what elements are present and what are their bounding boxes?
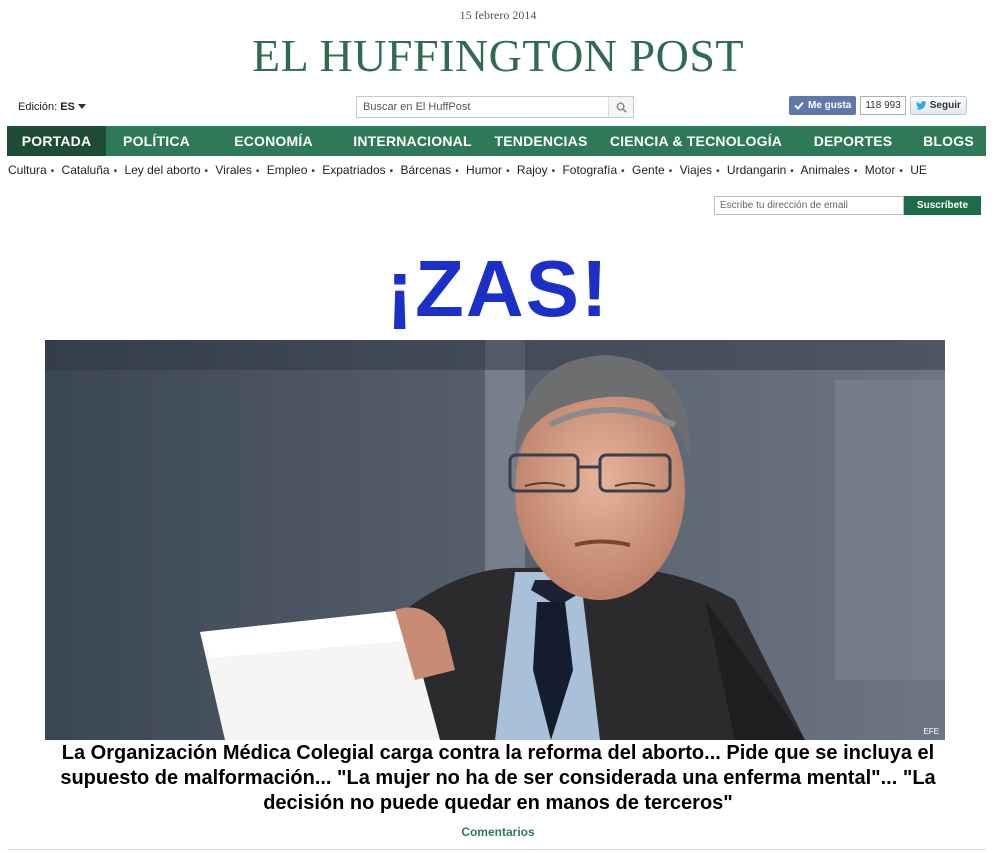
nav-item-internacional[interactable]: INTERNACIONAL <box>340 126 485 156</box>
topic-link[interactable]: Expatriados <box>322 163 385 177</box>
topic-link[interactable]: Cataluña <box>62 163 110 177</box>
topic-link[interactable]: Gente <box>632 163 665 177</box>
nav-item-tendencias[interactable]: TENDENCIAS <box>485 126 597 156</box>
topic-link[interactable]: UE <box>910 163 927 177</box>
checkmark-icon <box>794 101 804 110</box>
like-count: 118 993 <box>860 96 906 115</box>
topic-link[interactable]: Virales <box>215 163 251 177</box>
search-input[interactable] <box>357 97 607 117</box>
topic-link[interactable]: Fotografía <box>562 163 617 177</box>
newsletter-form: Suscríbete <box>714 196 981 215</box>
topic-links: Cultura • Cataluña • Ley del aborto • Viral… <box>8 163 927 177</box>
splash-photo[interactable]: EFE <box>45 340 945 740</box>
lead-headline[interactable]: La Organización Médica Colegial carga co… <box>20 741 976 816</box>
nav-item-politica[interactable]: POLÍTICA <box>106 126 207 156</box>
subscribe-button[interactable]: Suscríbete <box>904 196 981 215</box>
search-box <box>356 96 634 118</box>
nav-item-blogs[interactable]: BLOGS <box>911 126 986 156</box>
social-buttons: Me gusta 118 993 Seguir <box>789 95 967 116</box>
topic-link[interactable]: Humor <box>466 163 502 177</box>
photo-credit: EFE <box>923 727 939 736</box>
chevron-down-icon <box>77 104 86 109</box>
page-date: 15 febrero 2014 <box>459 8 537 22</box>
topic-link[interactable]: Ley del aborto <box>124 163 200 177</box>
edition-value: ES <box>60 101 75 113</box>
nav-item-ciencia-tecnologia[interactable]: CIENCIA & TECNOLOGÍA <box>597 126 795 156</box>
comments-link[interactable]: Comentarios <box>0 825 996 839</box>
splash-title[interactable]: ¡ZAS! <box>0 244 996 334</box>
edition-label: Edición: <box>18 101 58 113</box>
main-nav: PORTADA POLÍTICA ECONOMÍA INTERNACIONAL … <box>7 126 986 156</box>
follow-label: Seguir <box>929 100 961 111</box>
nav-item-portada[interactable]: PORTADA <box>7 126 106 156</box>
topic-link[interactable]: Empleo <box>267 163 308 177</box>
search-button[interactable] <box>608 97 633 117</box>
lead-photo-image <box>45 340 945 740</box>
topic-link[interactable]: Viajes <box>680 163 712 177</box>
nav-item-economia[interactable]: ECONOMÍA <box>207 126 340 156</box>
search-icon <box>616 102 627 113</box>
twitter-follow-button[interactable]: Seguir <box>909 96 967 115</box>
topic-link[interactable]: Bárcenas <box>400 163 451 177</box>
divider <box>7 849 986 850</box>
nav-item-deportes[interactable]: DEPORTES <box>795 126 911 156</box>
site-logo[interactable]: EL HUFFINGTON POST <box>0 28 996 84</box>
topic-link[interactable]: Motor <box>865 163 896 177</box>
like-label: Me gusta <box>808 100 852 111</box>
topic-link[interactable]: Urdangarin <box>727 163 786 177</box>
topic-link[interactable]: Cultura <box>8 163 47 177</box>
facebook-like-button[interactable]: Me gusta <box>789 96 857 115</box>
email-field[interactable] <box>714 196 904 215</box>
twitter-bird-icon <box>915 101 927 110</box>
edition-selector[interactable]: Edición: ES <box>18 101 86 113</box>
topic-link[interactable]: Rajoy <box>517 163 548 177</box>
topic-link[interactable]: Animales <box>800 163 849 177</box>
